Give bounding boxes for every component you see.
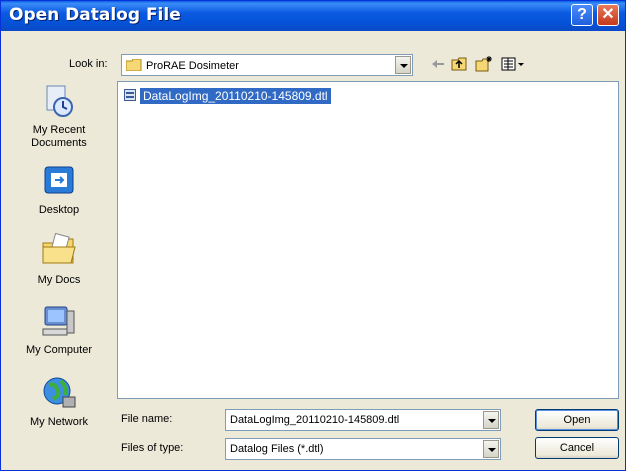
chevron-down-icon[interactable] [483, 440, 499, 458]
my-computer-icon [42, 306, 75, 336]
file-name-value: DataLogImg_20110210-145809.dtl [230, 414, 400, 426]
file-type-label: Files of type: [121, 442, 184, 454]
look-in-dropdown[interactable]: ProRAE Dosimeter [121, 54, 413, 76]
folder-icon [126, 59, 142, 71]
place-label: Desktop [38, 204, 80, 216]
file-name: DataLogImg_20110210-145809.dtl [140, 88, 331, 104]
file-name-input[interactable]: DataLogImg_20110210-145809.dtl [225, 409, 501, 431]
place-label: My Computer [25, 344, 93, 356]
desktop-icon [44, 166, 74, 194]
file-icon [124, 89, 136, 101]
file-type-value: Datalog Files (*.dtl) [230, 443, 324, 455]
place-my-docs[interactable]: My Docs [7, 232, 111, 287]
dialog-title: Open Datalog File [9, 5, 181, 25]
file-name-label: File name: [121, 413, 173, 425]
title-bar[interactable]: Open Datalog File ? ✕ [1, 1, 625, 31]
place-label: My Recent Documents [31, 124, 87, 149]
place-my-computer[interactable]: My Computer [7, 303, 111, 357]
open-datalog-dialog: Open Datalog File ? ✕ Look in: ProRAE Do… [0, 0, 626, 471]
close-button[interactable]: ✕ [597, 4, 619, 26]
place-my-network[interactable]: My Network [7, 375, 111, 429]
place-label: My Docs [37, 274, 81, 286]
place-label: My Network [29, 416, 89, 428]
new-folder-icon[interactable] [475, 55, 493, 73]
file-list[interactable]: DataLogImg_20110210-145809.dtl [117, 81, 619, 399]
help-icon: ? [577, 6, 587, 23]
view-menu-icon[interactable] [501, 55, 527, 73]
up-folder-icon[interactable] [451, 55, 469, 73]
place-desktop[interactable]: Desktop [7, 163, 111, 217]
close-icon: ✕ [601, 6, 615, 23]
back-icon[interactable] [429, 55, 447, 73]
chevron-down-icon[interactable] [483, 411, 499, 429]
look-in-value: ProRAE Dosimeter [146, 60, 239, 72]
my-network-icon [43, 377, 76, 408]
recent-documents-icon [46, 85, 73, 117]
look-in-label: Look in: [69, 58, 108, 70]
my-docs-folder-icon [42, 232, 76, 264]
chevron-down-icon[interactable] [395, 56, 411, 74]
cancel-button[interactable]: Cancel [535, 437, 619, 459]
places-bar: My Recent Documents Desktop My Docs My C… [7, 83, 111, 431]
place-my-recent-documents[interactable]: My Recent Documents [7, 83, 111, 150]
file-type-dropdown[interactable]: Datalog Files (*.dtl) [225, 438, 501, 460]
help-button[interactable]: ? [571, 4, 593, 26]
open-button[interactable]: Open [535, 409, 619, 431]
